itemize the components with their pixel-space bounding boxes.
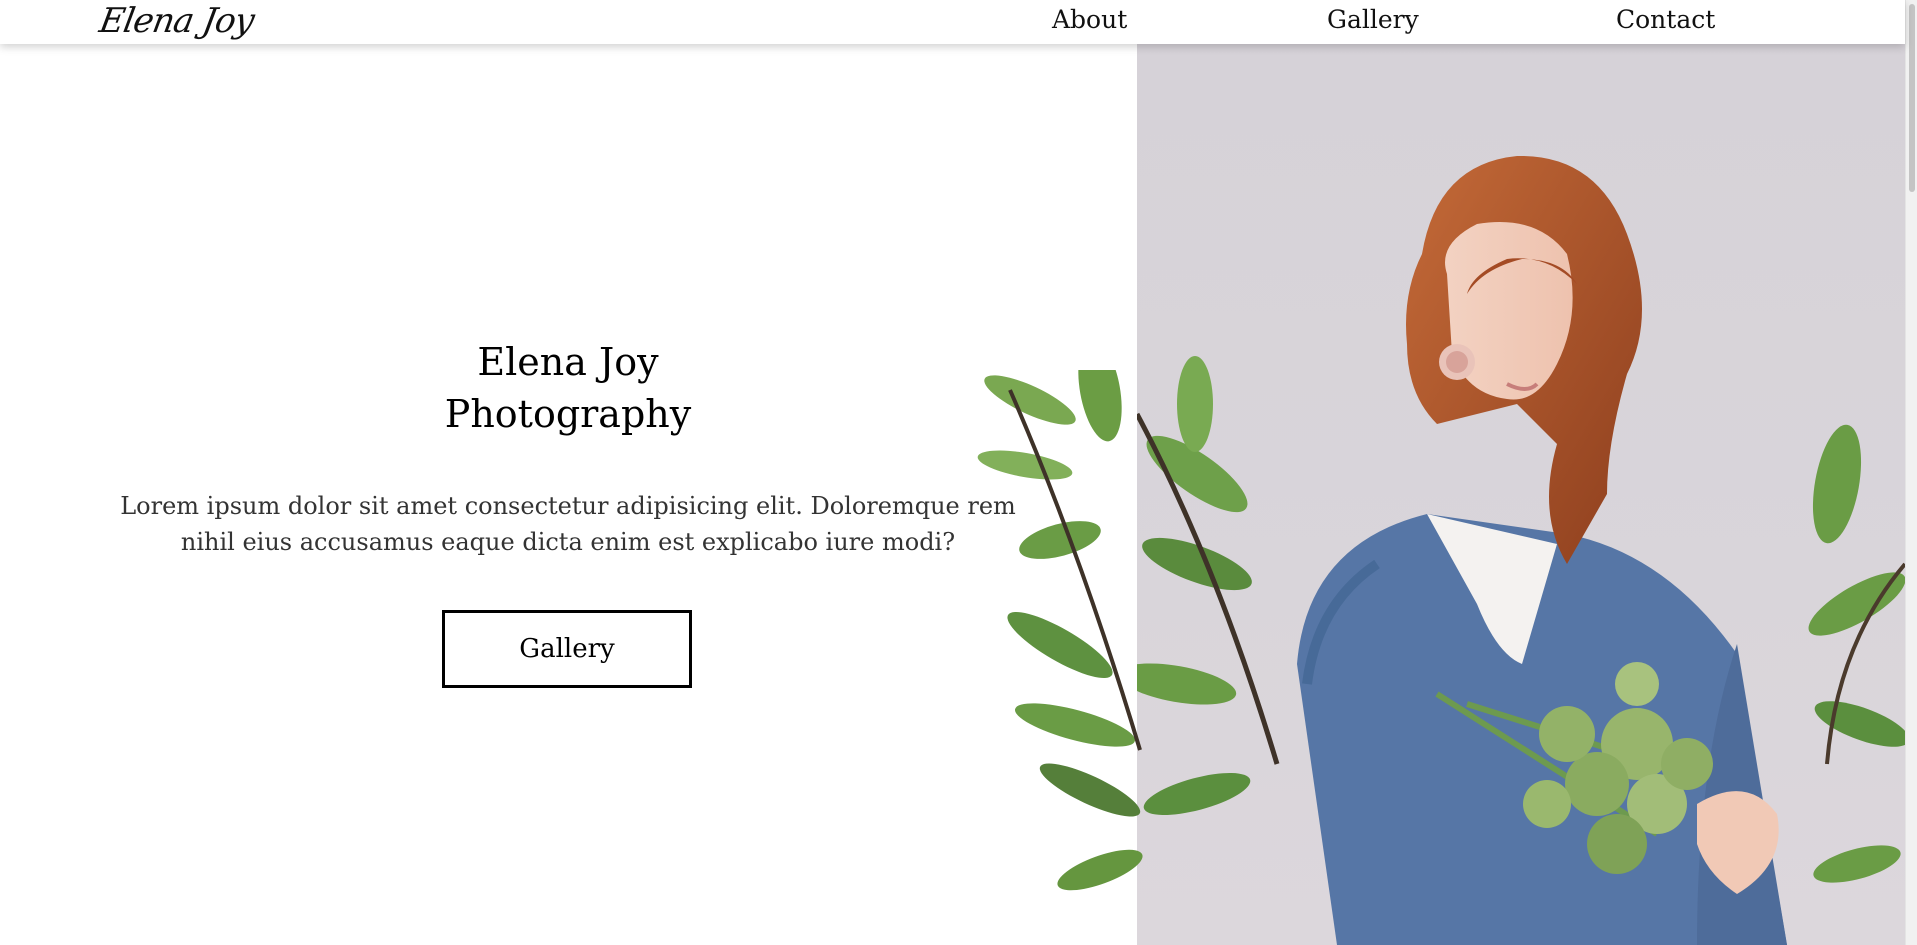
nav-link-contact[interactable]: Contact — [1616, 5, 1715, 34]
page-scrollbar[interactable] — [1905, 0, 1917, 945]
gallery-button[interactable]: Gallery — [442, 610, 692, 688]
foreground-leaves-image — [950, 338, 1150, 945]
nav-link-gallery[interactable]: Gallery — [1327, 5, 1419, 34]
top-navbar: Elena Joy About Gallery Contact — [0, 0, 1905, 44]
scrollbar-thumb[interactable] — [1909, 4, 1915, 192]
hero-description: Lorem ipsum dolor sit amet consectetur a… — [120, 492, 1016, 556]
nav-link-about[interactable]: About — [1052, 5, 1127, 34]
site-logo[interactable]: Elena Joy — [96, 0, 257, 42]
hero-portrait-photo — [1137, 44, 1905, 945]
page: Elena Joy About Gallery Contact Elena Jo… — [0, 0, 1917, 945]
